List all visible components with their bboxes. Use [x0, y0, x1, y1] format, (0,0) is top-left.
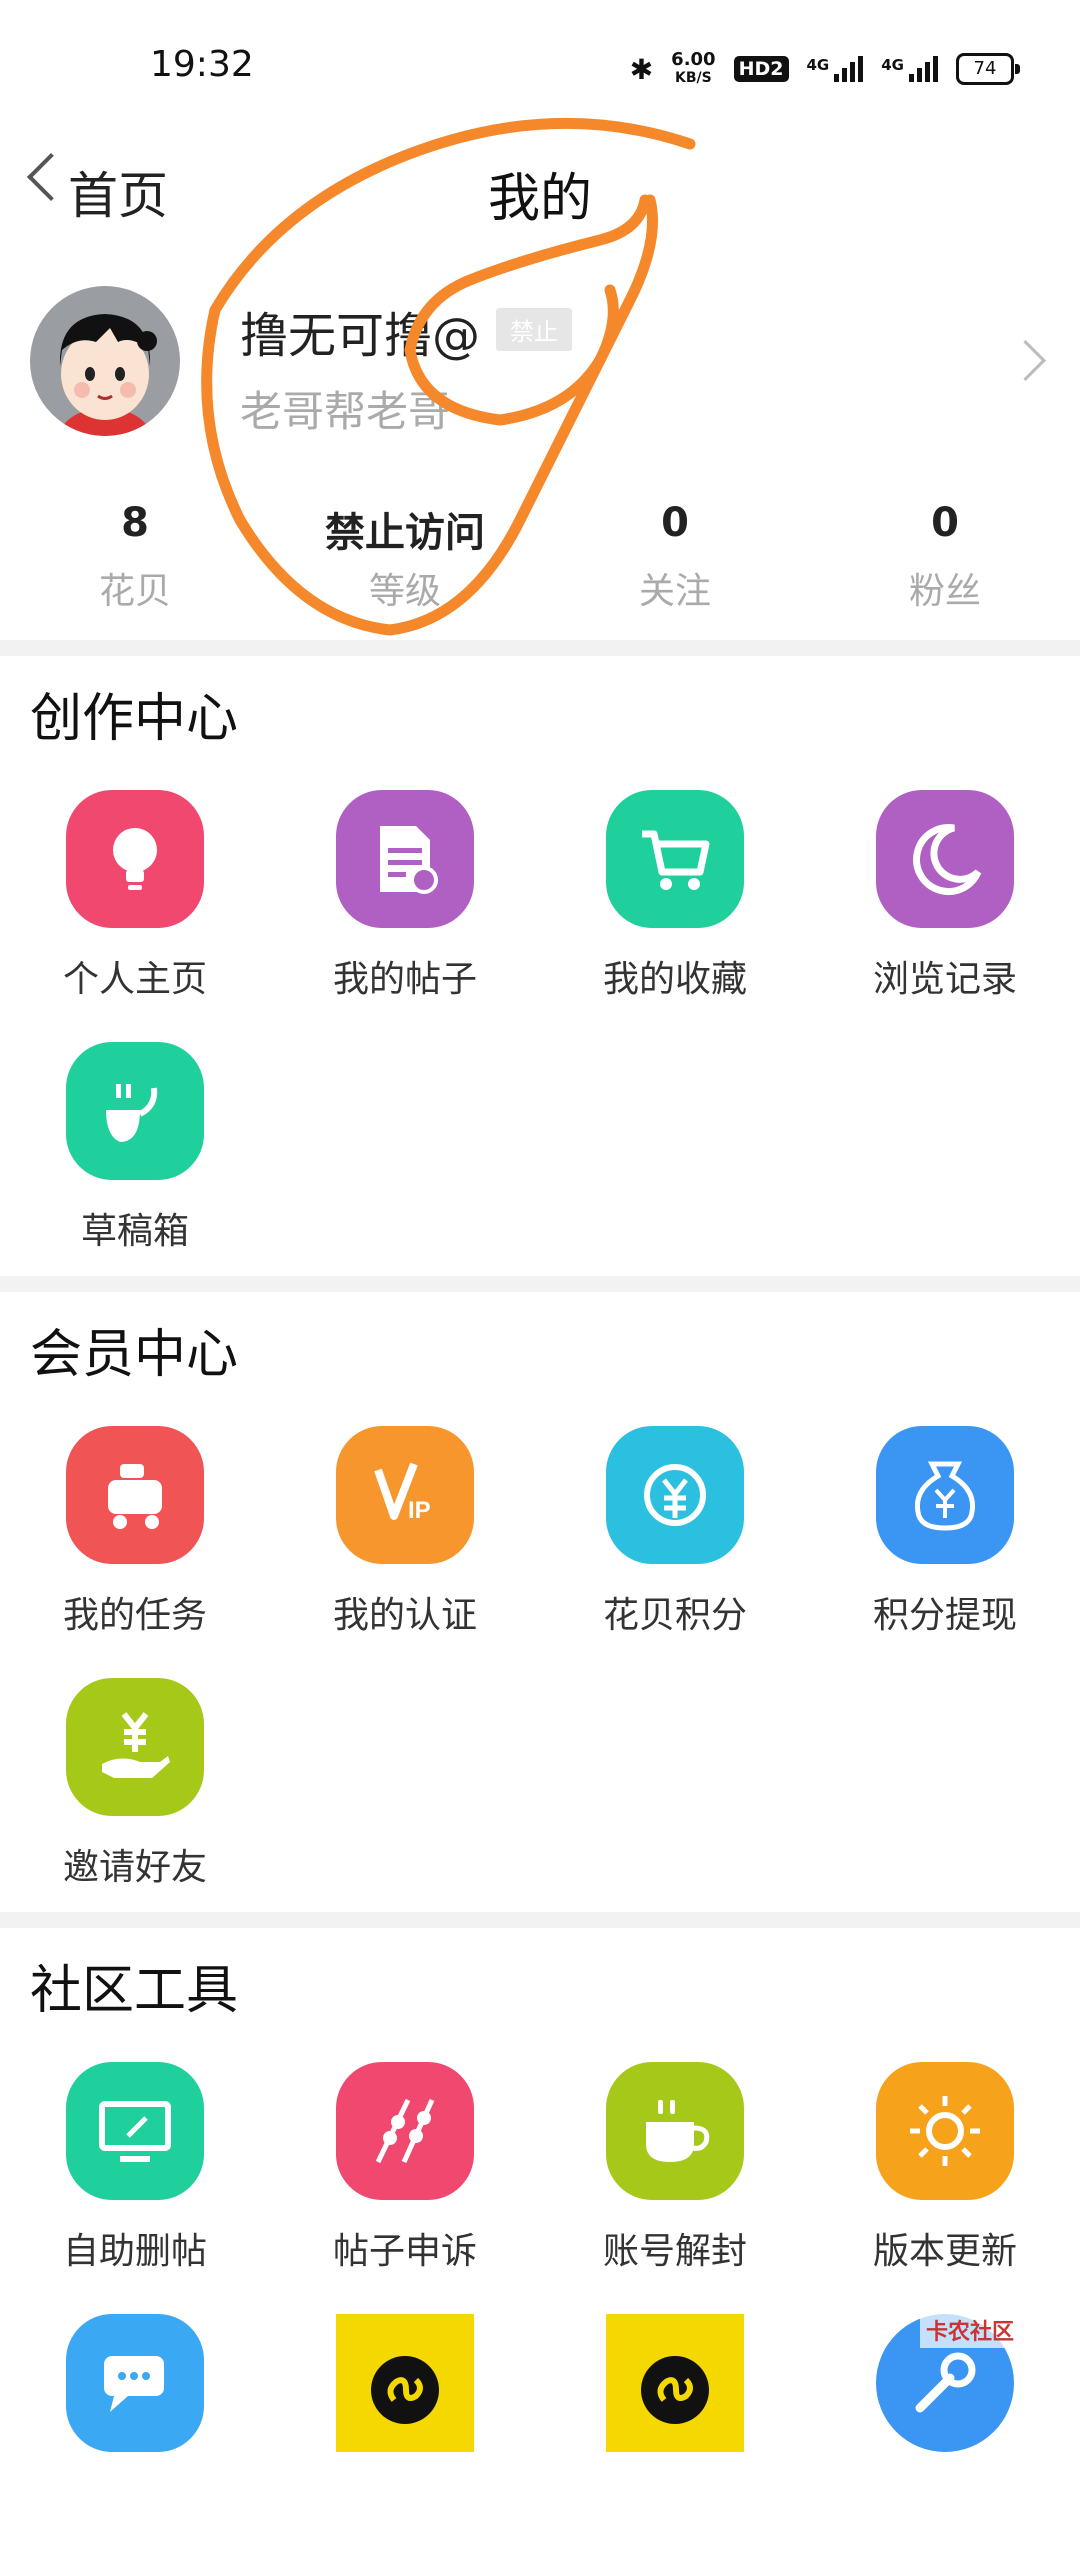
section-title-tools: 社区工具 [30, 1961, 239, 2021]
section-divider [0, 640, 1080, 656]
creation-grid: 个人主页 我的帖子 我的收藏 浏览记录 草稿箱 [0, 790, 1080, 1294]
grid-item-label: 我的任务 [62, 1595, 207, 1636]
avatar[interactable] [30, 286, 180, 436]
grid-item-favorites[interactable]: 我的收藏 [540, 790, 810, 1042]
net-label: 4G [806, 56, 830, 74]
grid-item-label: 自助删帖 [62, 2231, 207, 2272]
grid-item-label: 账号解封 [602, 2231, 747, 2272]
speed-unit: KB/S [675, 70, 712, 86]
grid-item-label: 版本更新 [872, 2231, 1017, 2272]
hd-icon: HD2 [733, 56, 789, 82]
vip-icon: IP [336, 1426, 474, 1564]
page-title: 我的 [487, 169, 592, 229]
profile-bio: 老哥帮老哥 [240, 387, 451, 436]
stat-value: 8 [121, 500, 149, 546]
shopping-cart-icon [606, 790, 744, 928]
draft-icon [66, 1042, 204, 1180]
grid-item-invite[interactable]: 邀请好友 [0, 1678, 270, 1930]
stat-value: 0 [661, 500, 689, 546]
bluetooth-icon: ✱ [629, 52, 654, 86]
grid-item-delete-post[interactable]: 自助删帖 [0, 2062, 270, 2314]
username[interactable]: 撸无可撸@ [240, 296, 480, 366]
grid-item-chat[interactable] [0, 2314, 270, 2566]
grid-item-tasks[interactable]: 我的任务 [0, 1426, 270, 1678]
network-speed: 6.00 KB/S [671, 50, 715, 88]
grid-item-appeal[interactable]: 帖子申诉 [270, 2062, 540, 2314]
grid-item-unban[interactable]: 账号解封 [540, 2062, 810, 2314]
document-icon [336, 790, 474, 928]
money-bag-icon [876, 1426, 1014, 1564]
stat-label: 等级 [368, 571, 441, 612]
grid-item-homepage[interactable]: 个人主页 [0, 790, 270, 1042]
task-icon [66, 1426, 204, 1564]
grid-item-label: 个人主页 [62, 959, 207, 1000]
chevron-right-icon[interactable] [1004, 339, 1047, 382]
grid-item-label: 我的收藏 [602, 959, 747, 1000]
grid-item-withdraw[interactable]: 积分提现 [810, 1426, 1080, 1678]
watermark: 卡农社区 [919, 2312, 1020, 2348]
mini-program-icon [336, 2314, 474, 2452]
section-title-creation: 创作中心 [30, 689, 239, 749]
grid-item-label: 我的认证 [332, 1595, 477, 1636]
net-label-2: 4G [881, 56, 904, 74]
grid-item-label: 帖子申诉 [332, 2231, 477, 2272]
monitor-edit-icon [66, 2062, 204, 2200]
grid-item-points[interactable]: 花贝积分 [540, 1426, 810, 1678]
stat-label: 花贝 [98, 571, 171, 612]
skewer-icon [336, 2062, 474, 2200]
grid-item-history[interactable]: 浏览记录 [810, 790, 1080, 1042]
stat-value: 禁止访问 [325, 510, 485, 556]
svg-text:IP: IP [408, 1497, 431, 1524]
grid-item-label: 积分提现 [872, 1595, 1017, 1636]
stat-value: 0 [931, 500, 959, 546]
stat-level[interactable]: 禁止访问 等级 [270, 500, 540, 614]
grid-item-label: 花贝积分 [602, 1595, 747, 1636]
grid-item-my-posts[interactable]: 我的帖子 [270, 790, 540, 1042]
stat-label: 关注 [638, 571, 711, 612]
mini-program-icon [606, 2314, 744, 2452]
grid-item-verification[interactable]: IP 我的认证 [270, 1426, 540, 1678]
battery-icon: 74 [956, 53, 1020, 85]
stat-huabei[interactable]: 8 花贝 [0, 500, 270, 614]
grid-item-label: 邀请好友 [62, 1847, 207, 1888]
grid-item-mini-program-1[interactable] [270, 2314, 540, 2566]
signal-icon: 4G [807, 56, 864, 82]
status-badge: 禁止 [496, 308, 572, 351]
section-title-member: 会员中心 [30, 1325, 239, 1385]
grid-item-tools[interactable] [810, 2314, 1080, 2566]
coffee-cup-icon [606, 2062, 744, 2200]
gift-hand-icon [66, 1678, 204, 1816]
signal-icon-2: 4G [881, 56, 938, 82]
status-time: 19:32 [150, 44, 254, 85]
tools-grid: 自助删帖 帖子申诉 账号解封 版本更新 [0, 2062, 1080, 2566]
yuan-exchange-icon [606, 1426, 744, 1564]
grid-item-label: 草稿箱 [80, 1211, 189, 1252]
speed-value: 6.00 [671, 49, 716, 70]
lightbulb-icon [66, 790, 204, 928]
section-divider [0, 1912, 1080, 1928]
section-divider [0, 1276, 1080, 1292]
chat-icon [66, 2314, 204, 2452]
stat-label: 粉丝 [908, 571, 981, 612]
sun-icon [876, 2062, 1014, 2200]
member-grid: 我的任务 IP 我的认证 花贝积分 积分提现 邀请好友 [0, 1426, 1080, 1930]
stat-followers[interactable]: 0 粉丝 [810, 500, 1080, 614]
grid-item-update[interactable]: 版本更新 [810, 2062, 1080, 2314]
grid-item-mini-program-2[interactable] [540, 2314, 810, 2566]
grid-item-label: 我的帖子 [332, 959, 477, 1000]
status-icons: ✱ 6.00 KB/S HD2 4G 4G 74 [629, 50, 1020, 88]
grid-item-label: 浏览记录 [872, 959, 1017, 1000]
stats-row: 8 花贝 禁止访问 等级 0 关注 0 粉丝 [0, 500, 1080, 614]
stat-following[interactable]: 0 关注 [540, 500, 810, 614]
moon-icon [876, 790, 1014, 928]
grid-item-drafts[interactable]: 草稿箱 [0, 1042, 270, 1294]
